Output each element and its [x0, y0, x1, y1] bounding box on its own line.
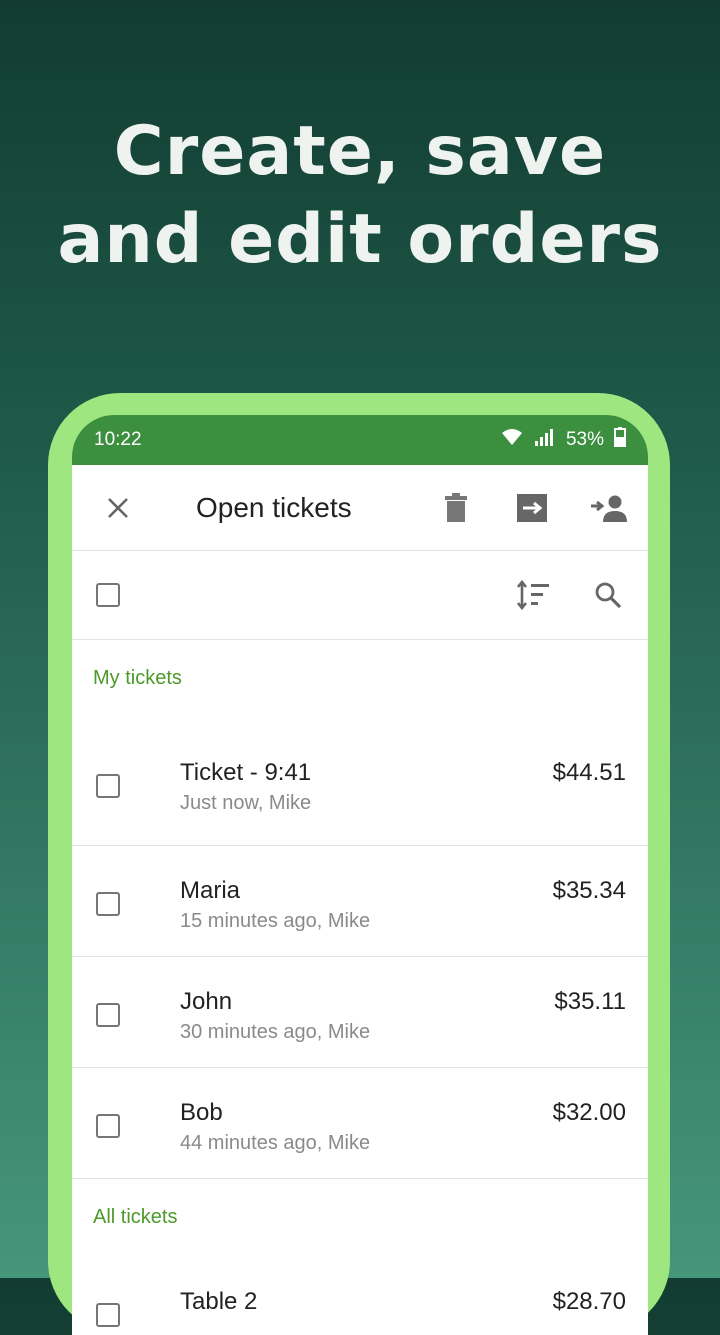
battery-icon: [614, 427, 626, 453]
ticket-amount: $35.34: [552, 877, 626, 904]
ticket-meta: 44 minutes ago, Mike: [180, 1132, 371, 1154]
ticket-row[interactable]: John 30 minutes ago, Mike $35.11: [72, 957, 648, 1068]
ticket-checkbox[interactable]: [96, 1303, 120, 1327]
battery-level: 53%: [565, 429, 604, 450]
ticket-name: Ticket - 9:41: [180, 759, 312, 786]
ticket-row[interactable]: Bob 44 minutes ago, Mike $32.00: [72, 1068, 648, 1179]
ticket-amount: $44.51: [552, 759, 626, 786]
ticket-amount: $32.00: [552, 1099, 626, 1126]
ticket-name: Maria: [180, 877, 241, 904]
filter-bar: [72, 551, 648, 640]
phone-screen: 10:22 53% Open tickets My tickets Ticket…: [72, 415, 648, 1335]
ticket-name: Bob: [180, 1099, 223, 1126]
ticket-amount: $28.70: [552, 1288, 626, 1315]
ticket-meta: 15 minutes ago, Mike: [180, 910, 371, 932]
status-time: 10:22: [94, 429, 142, 450]
ticket-name: John: [180, 988, 233, 1015]
ticket-meta: Just now, Mike: [180, 792, 312, 814]
section-header-all-tickets: All tickets: [93, 1205, 178, 1228]
close-icon[interactable]: [96, 486, 140, 530]
page-title: Open tickets: [196, 491, 352, 523]
ticket-checkbox[interactable]: [96, 1114, 120, 1138]
sort-icon[interactable]: [512, 573, 556, 617]
ticket-checkbox[interactable]: [96, 1003, 120, 1027]
phone-frame: 10:22 53% Open tickets My tickets Ticket…: [48, 393, 670, 1335]
assign-user-icon[interactable]: [586, 486, 630, 530]
status-bar: 10:22 53%: [72, 415, 648, 465]
headline-line-2: and edit orders: [57, 200, 663, 279]
app-toolbar: Open tickets: [72, 465, 648, 551]
delete-icon[interactable]: [434, 486, 478, 530]
move-icon[interactable]: [510, 486, 554, 530]
ticket-amount: $35.11: [554, 988, 626, 1015]
ticket-row[interactable]: Table 2 $28.70: [72, 1255, 648, 1335]
ticket-name: Table 2: [180, 1288, 258, 1315]
ticket-checkbox[interactable]: [96, 774, 120, 798]
ticket-row[interactable]: Ticket - 9:41 Just now, Mike $44.51: [72, 716, 648, 846]
signal-icon: [534, 427, 556, 453]
section-header-my-tickets: My tickets: [93, 666, 182, 689]
wifi-icon: [500, 427, 524, 453]
select-all-checkbox[interactable]: [96, 583, 120, 607]
ticket-row[interactable]: Maria 15 minutes ago, Mike $35.34: [72, 846, 648, 957]
ticket-checkbox[interactable]: [96, 892, 120, 916]
headline-line-1: Create, save: [113, 112, 607, 191]
promo-headline: Create, save and edit orders: [0, 108, 720, 284]
ticket-meta: 30 minutes ago, Mike: [180, 1021, 371, 1043]
search-icon[interactable]: [586, 573, 630, 617]
